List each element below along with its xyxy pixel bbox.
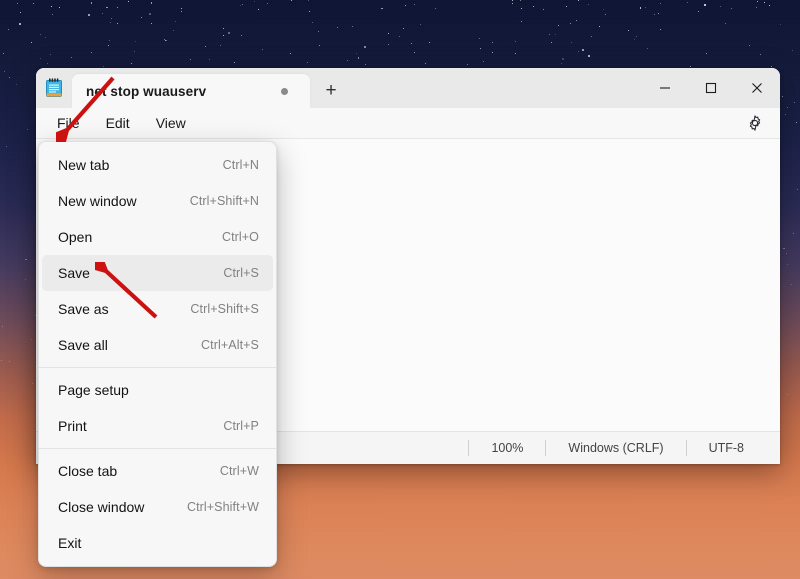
unsaved-changes-dot-icon — [281, 87, 288, 95]
menu-item-shortcut: Ctrl+S — [223, 266, 259, 280]
menu-item-shortcut: Ctrl+O — [221, 230, 259, 244]
menu-item-shortcut: Ctrl+Shift+N — [189, 194, 259, 208]
menu-item-label: Close window — [58, 499, 145, 515]
maximize-button[interactable] — [688, 68, 734, 108]
menu-view[interactable]: View — [143, 112, 199, 134]
menu-item-label: Print — [58, 418, 87, 434]
tab-net-stop-wuauserv[interactable]: net stop wuauserv — [72, 74, 310, 108]
menu-item-close-window[interactable]: Close window Ctrl+Shift+W — [42, 489, 273, 525]
menu-bar: File Edit View — [36, 108, 780, 138]
menu-item-shortcut: Ctrl+P — [223, 419, 259, 433]
menu-item-label: Save all — [58, 337, 108, 353]
gear-icon[interactable] — [738, 110, 772, 136]
menu-item-new-window[interactable]: New window Ctrl+Shift+N — [42, 183, 273, 219]
menu-item-shortcut: Ctrl+Alt+S — [201, 338, 259, 352]
window-controls — [642, 68, 780, 108]
menu-item-label: New window — [58, 193, 137, 209]
status-zoom-level[interactable]: 100% — [469, 442, 545, 455]
menu-item-save-all[interactable]: Save all Ctrl+Alt+S — [42, 327, 273, 363]
menu-file[interactable]: File — [44, 112, 93, 134]
menu-item-label: Close tab — [58, 463, 118, 479]
menu-item-print[interactable]: Print Ctrl+P — [42, 408, 273, 444]
menu-item-new-tab[interactable]: New tab Ctrl+N — [42, 147, 273, 183]
menu-item-label: Open — [58, 229, 93, 245]
menu-item-shortcut: Ctrl+Shift+W — [186, 500, 259, 514]
menu-item-close-tab[interactable]: Close tab Ctrl+W — [42, 453, 273, 489]
menu-item-open[interactable]: Open Ctrl+O — [42, 219, 273, 255]
title-bar: net stop wuauserv + — [36, 68, 780, 108]
minimize-button[interactable] — [642, 68, 688, 108]
menu-item-label: Save — [58, 265, 90, 281]
menu-edit[interactable]: Edit — [93, 112, 143, 134]
notepad-icon — [36, 68, 72, 108]
menu-item-label: New tab — [58, 157, 110, 173]
tab-strip: net stop wuauserv + — [72, 68, 642, 108]
tab-title: net stop wuauserv — [86, 83, 207, 99]
menu-item-page-setup[interactable]: Page setup — [42, 372, 273, 408]
status-line-ending[interactable]: Windows (CRLF) — [546, 442, 685, 455]
menu-item-exit[interactable]: Exit — [42, 525, 273, 561]
menu-item-shortcut: Ctrl+N — [222, 158, 259, 172]
menu-item-save[interactable]: Save Ctrl+S — [42, 255, 273, 291]
file-dropdown-menu: New tab Ctrl+N New window Ctrl+Shift+N Open C… — [38, 141, 277, 567]
status-encoding[interactable]: UTF-8 — [687, 442, 766, 455]
new-tab-button[interactable]: + — [314, 74, 348, 108]
menu-item-label: Save as — [58, 301, 109, 317]
menu-item-save-as[interactable]: Save as Ctrl+Shift+S — [42, 291, 273, 327]
menu-item-label: Exit — [58, 535, 82, 551]
menu-divider — [39, 367, 276, 368]
menu-divider — [39, 448, 276, 449]
menu-item-shortcut: Ctrl+W — [219, 464, 259, 478]
close-button[interactable] — [734, 68, 780, 108]
menu-item-shortcut: Ctrl+Shift+S — [190, 302, 259, 316]
menu-item-label: Page setup — [58, 382, 129, 398]
